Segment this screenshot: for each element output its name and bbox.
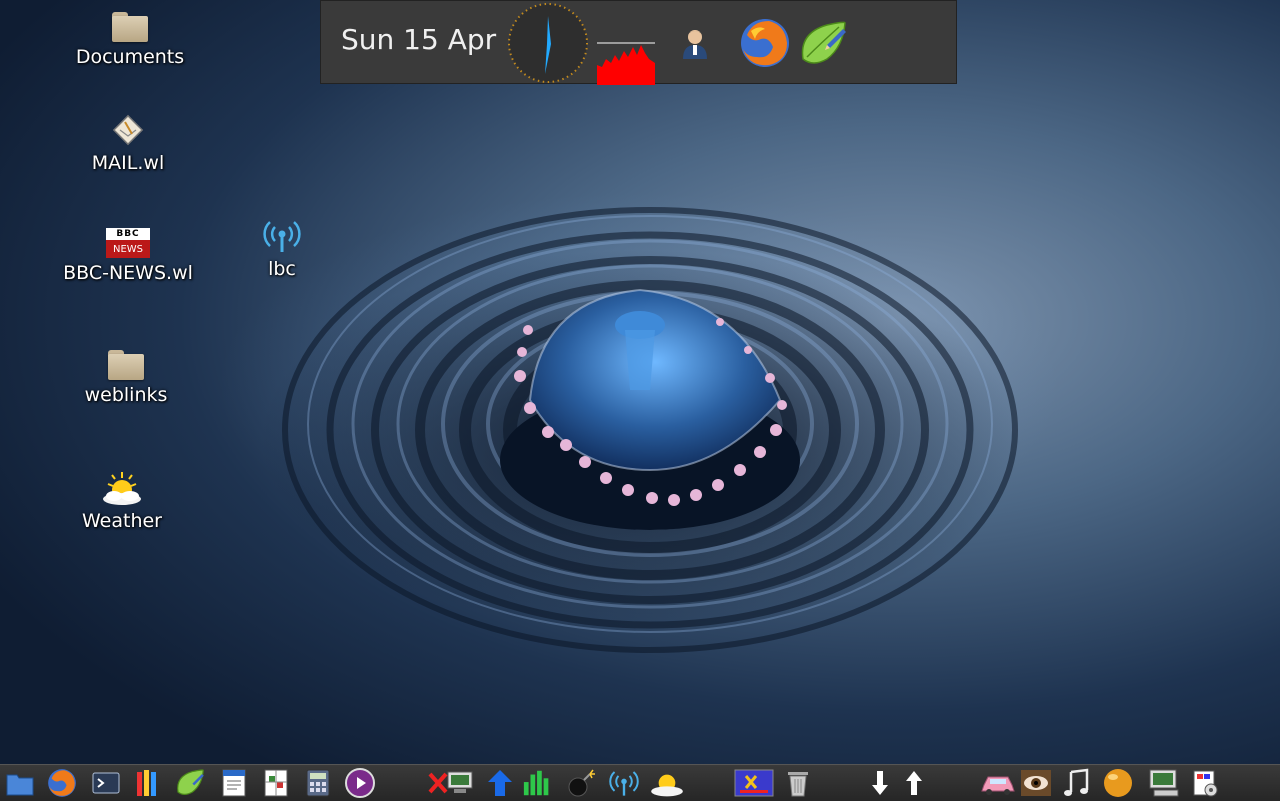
top-panel: Sun 15 Apr [320,0,957,85]
desktop-icon-weather[interactable]: Weather [42,470,202,532]
leafpad-icon[interactable] [174,767,206,799]
desktop-icon-label: Documents [75,46,185,68]
wireless-icon[interactable] [608,767,640,799]
firefox-icon[interactable] [46,767,78,799]
display-settings-icon[interactable] [1190,767,1222,799]
firefox-launcher[interactable] [739,17,791,69]
folder-icon [112,12,148,42]
user-button[interactable] [677,25,713,61]
cpu-graph-icon [597,42,655,85]
car-icon[interactable] [980,767,1016,799]
clock-icon [508,3,588,83]
clock-widget[interactable] [507,2,589,84]
mail-icon [110,112,146,148]
media-player-icon[interactable] [344,767,376,799]
file-manager-icon[interactable] [4,767,36,799]
image-viewer-icon[interactable] [734,767,774,799]
desktop[interactable]: Documents MAIL.wl BBC NEWS BBC-NEWS.wl l… [0,0,1280,800]
desktop-icon-label: MAIL.wl [91,152,165,174]
desktop-icon-label: weblinks [84,384,168,406]
firefox-icon [741,19,789,67]
taskbar [0,764,1280,801]
upload-arrow-icon[interactable] [484,767,516,799]
spreadsheet-icon[interactable] [260,767,292,799]
user-icon [683,30,707,59]
weather-icon[interactable] [648,767,686,799]
computer-icon[interactable] [1146,767,1182,799]
download-arrow-icon[interactable] [864,767,896,799]
desktop-icon-weblinks[interactable]: weblinks [46,350,206,406]
radio-wireless-icon [263,218,301,254]
folder-icon [108,350,144,380]
weather-sun-icon [100,470,144,506]
leafpad-icon [801,21,846,64]
bbc-logo-top: BBC [106,228,150,240]
bomb-icon[interactable] [566,767,598,799]
calculator-icon[interactable] [302,767,334,799]
network-disconnected-icon[interactable] [428,767,478,799]
desktop-icon-label: lbc [268,258,296,280]
bbc-logo-bottom: NEWS [112,244,144,255]
desktop-icon-lbc[interactable]: lbc [202,218,362,280]
orange-ball-icon[interactable] [1102,767,1134,799]
eye-icon[interactable] [1020,767,1052,799]
terminal-icon[interactable] [90,767,122,799]
trash-icon[interactable] [782,767,814,799]
bbc-news-icon: BBC NEWS [106,228,150,258]
desktop-icon-bbc-news[interactable]: BBC NEWS BBC-NEWS.wl [48,228,208,284]
up-arrow-icon[interactable] [898,767,930,799]
date-label[interactable]: Sun 15 Apr [341,23,496,56]
desktop-icon-documents[interactable]: Documents [50,12,210,68]
desktop-icon-label: Weather [82,510,162,532]
desktop-icon-label: BBC-NEWS.wl [63,262,193,284]
music-note-icon[interactable] [1060,767,1092,799]
desktop-icon-mail[interactable]: MAIL.wl [48,112,208,174]
pencils-icon[interactable] [132,767,164,799]
leafpad-launcher[interactable] [797,19,849,69]
document-writer-icon[interactable] [218,767,250,799]
equalizer-icon[interactable] [522,767,554,799]
cpu-monitor[interactable] [597,41,655,85]
